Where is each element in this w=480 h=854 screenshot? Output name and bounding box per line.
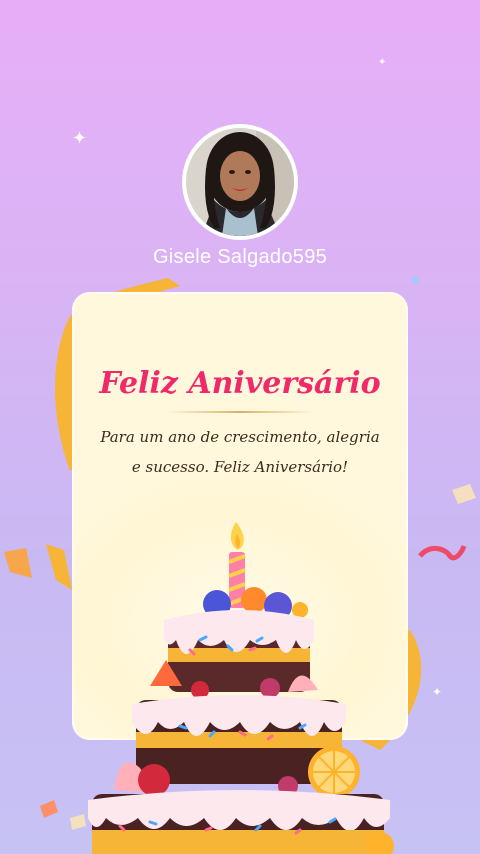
cake-icon: [88, 522, 394, 854]
title-divider: [166, 411, 314, 413]
card-title: Feliz Aniversário: [99, 366, 381, 401]
avatar-photo: [186, 128, 294, 236]
avatar[interactable]: [182, 124, 298, 240]
card-message: Para um ano de crescimento, alegria e su…: [100, 428, 380, 476]
username: Gisele Salgado595: [152, 246, 328, 268]
